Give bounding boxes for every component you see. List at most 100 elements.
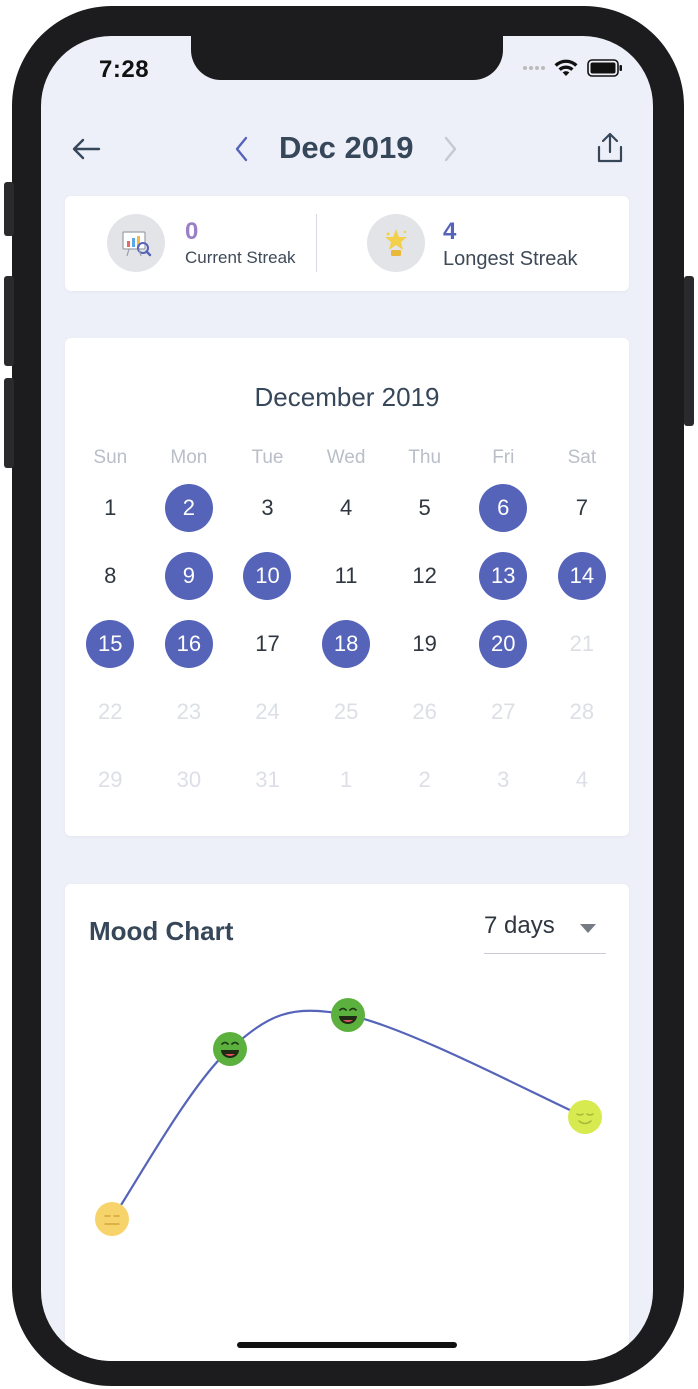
weekday-header: Mon — [170, 447, 208, 468]
mood-point-laughing-icon[interactable] — [331, 998, 365, 1032]
mute-switch — [4, 182, 14, 236]
status-time: 7:28 — [99, 56, 150, 83]
calendar-grid: Sun Mon Tue Wed Thu Fri Sat 1 2 3 4 5 6 7 8 9 10 11 12 13 14… — [71, 442, 623, 814]
calendar-day-cell: 21 — [543, 610, 622, 678]
calendar-day-cell: 18 — [307, 610, 386, 678]
calendar-day-logged[interactable]: 16 — [164, 620, 213, 668]
calendar-day-cell: 10 — [228, 542, 307, 610]
back-arrow-icon[interactable] — [69, 134, 103, 164]
calendar-day-cell: 16 — [150, 610, 229, 678]
calendar-day-logged[interactable]: 9 — [164, 552, 213, 600]
volume-down-button — [4, 378, 14, 468]
calendar-day-cell: 5 — [385, 474, 464, 542]
calendar-day-cell: 13 — [464, 542, 543, 610]
range-selected-value: 7 days — [484, 912, 555, 939]
mood-point-laughing-icon[interactable] — [213, 1032, 247, 1066]
calendar-day-cell: 20 — [464, 610, 543, 678]
calendar-day-cell: 26 — [385, 678, 464, 746]
calendar-day-cell: 29 — [71, 746, 150, 814]
calendar-day-cell: 7 — [543, 474, 622, 542]
calendar-day[interactable]: 19 — [401, 620, 449, 668]
share-icon[interactable] — [593, 130, 627, 166]
calendar-day-cell: 11 — [307, 542, 386, 610]
month-title: Dec 2019 — [279, 130, 414, 165]
calendar-day-logged[interactable]: 6 — [479, 484, 528, 532]
mood-chart-title: Mood Chart — [89, 916, 234, 946]
calendar-day-cell: 15 — [71, 610, 150, 678]
calendar-day-cell: 1 — [71, 474, 150, 542]
home-indicator — [237, 1342, 457, 1348]
calendar-day-outside: 22 — [98, 699, 123, 724]
calendar-day-cell: 2 — [385, 746, 464, 814]
calendar-day-cell: 3 — [228, 474, 307, 542]
calendar-day-cell: 25 — [307, 678, 386, 746]
calendar-day[interactable]: 4 — [322, 484, 370, 532]
weekday-header: Thu — [408, 447, 442, 468]
calendar-day-cell: 8 — [71, 542, 150, 610]
calendar-day[interactable]: 8 — [86, 552, 134, 600]
longest-streak-label: Longest Streak — [443, 248, 578, 270]
calendar-day[interactable]: 12 — [401, 552, 449, 600]
notch — [191, 36, 503, 80]
calendar-day-cell: 22 — [71, 678, 150, 746]
calendar-day-outside: 28 — [569, 699, 595, 724]
calendar-day[interactable]: 7 — [558, 484, 606, 532]
calendar-day-logged[interactable]: 2 — [164, 484, 213, 532]
calendar-day-cell: 6 — [464, 474, 543, 542]
current-streak-value: 0 — [185, 218, 199, 245]
battery-icon — [587, 59, 622, 77]
dropdown-caret-icon — [580, 924, 596, 933]
calendar-day-logged[interactable]: 20 — [479, 620, 528, 668]
mood-line-chart — [95, 998, 602, 1236]
calendar-day-outside: 25 — [333, 699, 359, 724]
calendar-day-cell: 28 — [543, 678, 622, 746]
calendar-day-outside: 31 — [255, 767, 280, 792]
calendar-day[interactable]: 11 — [322, 552, 370, 600]
calendar-day-cell: 3 — [464, 746, 543, 814]
next-month-chevron-icon[interactable] — [439, 132, 461, 166]
calendar-day-outside: 30 — [176, 767, 202, 792]
weekday-header: Sat — [567, 447, 597, 468]
weekday-header: Tue — [251, 447, 284, 468]
weekday-header: Wed — [326, 447, 366, 468]
calendar-day-outside: 1 — [339, 767, 353, 792]
longest-streak-value: 4 — [443, 218, 457, 245]
trophy-badge-icon — [367, 214, 425, 272]
calendar-day-logged[interactable]: 10 — [243, 552, 292, 600]
status-icons — [523, 58, 623, 78]
calendar-day-outside: 2 — [418, 767, 431, 792]
calendar-day-outside: 27 — [491, 699, 516, 724]
calendar-day-cell: 14 — [543, 542, 622, 610]
month-header: Dec 2019 — [41, 126, 653, 172]
calendar-day-logged[interactable]: 18 — [322, 620, 371, 668]
calendar-day[interactable]: 3 — [243, 484, 291, 532]
calendar-card: December 2019 Sun Mon Tue Wed Thu Fri Sat 1 2 3 4 5… — [65, 338, 629, 836]
mood-series-line — [111, 1009, 586, 1220]
wifi-icon — [554, 59, 578, 76]
calendar-day-outside: 24 — [255, 699, 280, 724]
app-screen: 7:28 Dec 2019 0 Current Streak 4 Longest… — [41, 36, 653, 1361]
mood-point-neutral-icon[interactable] — [95, 1202, 129, 1236]
calendar-day-outside: 26 — [412, 699, 437, 724]
calendar-day[interactable]: 1 — [86, 484, 134, 532]
calendar-day[interactable]: 5 — [401, 484, 449, 532]
calendar-day-outside: 23 — [176, 699, 202, 724]
calendar-day-outside: 21 — [569, 631, 595, 656]
calendar-day-logged[interactable]: 15 — [86, 620, 135, 668]
calendar-day-logged[interactable]: 14 — [557, 552, 606, 600]
calendar-day-cell: 19 — [385, 610, 464, 678]
volume-up-button — [4, 276, 14, 366]
cellular-signal-icon — [523, 66, 545, 70]
mood-chart-card: Mood Chart 7 days — [65, 884, 629, 1361]
calendar-day[interactable]: 17 — [243, 620, 291, 668]
calendar-day-cell: 4 — [543, 746, 622, 814]
range-dropdown[interactable]: 7 days — [484, 910, 606, 954]
power-button — [684, 276, 694, 426]
previous-month-chevron-icon[interactable] — [231, 132, 253, 166]
current-streak-label: Current Streak — [185, 248, 296, 267]
calendar-day-logged[interactable]: 13 — [479, 552, 528, 600]
calendar-day-cell: 2 — [150, 474, 229, 542]
calendar-day-cell: 31 — [228, 746, 307, 814]
mood-point-content-icon[interactable] — [568, 1100, 602, 1134]
calendar-day-outside: 29 — [98, 767, 123, 792]
